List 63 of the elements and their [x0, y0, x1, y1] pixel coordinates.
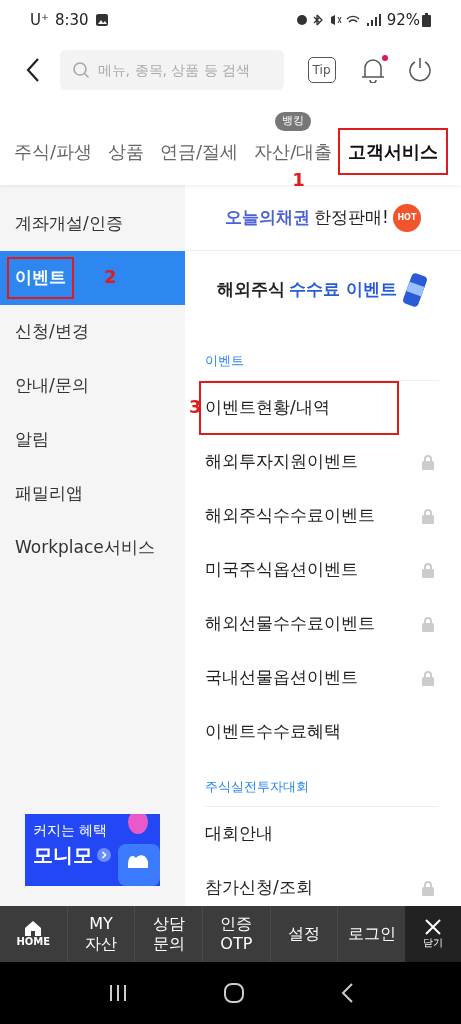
section-title: 이벤트	[205, 341, 439, 381]
menu-tab[interactable]: 고객서비스	[348, 138, 439, 165]
menu-item[interactable]: 참가신청/조회	[205, 861, 439, 906]
menu-item[interactable]: 대회안내	[205, 807, 439, 861]
banner-text: 한정판매!	[314, 205, 389, 229]
bell-icon	[360, 57, 385, 83]
close-icon	[425, 918, 442, 935]
menu-item[interactable]: 해외주식수수료이벤트	[205, 489, 439, 543]
lock-icon	[421, 454, 435, 470]
menu-tab[interactable]: 상품	[108, 138, 145, 165]
banner-highlight: 수수료 이벤트	[289, 278, 397, 302]
tab-badge: 뱅킹	[275, 112, 312, 131]
lock-icon	[421, 616, 435, 632]
menu-item[interactable]: 해외선물수수료이벤트	[205, 597, 439, 651]
menu-item[interactable]: 국내선물옵션이벤트	[205, 651, 439, 705]
menu-item[interactable]: 이벤트현황/내역	[205, 381, 439, 435]
back-icon	[26, 57, 40, 83]
search-icon	[71, 61, 90, 79]
search-field[interactable]: 메뉴, 종목, 상품 등 검색	[59, 50, 284, 90]
battery-level: 92%	[386, 9, 420, 31]
home-button[interactable]	[222, 982, 245, 1004]
back-icon	[339, 982, 354, 1004]
callout-box	[7, 257, 74, 299]
menu-tab[interactable]: 연금/절세	[160, 138, 239, 165]
promo-banner[interactable]: 오늘의채권 한정판매! HOT	[185, 185, 461, 251]
section-title: 주식실전투자대회	[205, 767, 439, 807]
menu-item[interactable]: 해외투자지원이벤트	[205, 435, 439, 489]
chevron-icon	[97, 847, 111, 862]
carrier-label: U⁺	[30, 9, 49, 31]
menu-tab[interactable]: 주식/파생	[14, 138, 93, 165]
menu-item[interactable]: 미국주식옵션이벤트	[205, 543, 439, 597]
lock-icon	[421, 880, 435, 896]
recent-apps-button[interactable]	[107, 983, 128, 1003]
power-icon	[407, 57, 434, 83]
clock: 8:30	[54, 9, 89, 31]
menu-tab[interactable]: 자산/대출	[254, 138, 333, 165]
promo-title: 모니모	[33, 841, 93, 869]
sidebar-item[interactable]: 안내/문의	[0, 359, 185, 413]
callout-number: 2	[104, 265, 117, 289]
hot-badge: HOT	[392, 203, 421, 232]
recent-apps-icon	[107, 983, 128, 1003]
menu-item[interactable]: 이벤트수수료혜택	[205, 705, 439, 759]
sidebar-item[interactable]: 계좌개설/인증	[0, 197, 185, 251]
promo-text: 커지는 혜택	[33, 822, 109, 840]
sidebar-item[interactable]: 패밀리앱	[0, 467, 185, 521]
promo-banner[interactable]: 해외주식 수수료 이벤트	[185, 257, 461, 323]
sidebar-item[interactable]: 알림	[0, 413, 185, 467]
back-nav-button[interactable]	[339, 982, 354, 1004]
promo-banner[interactable]: 커지는 혜택 모니모	[25, 814, 160, 886]
banner-highlight: 오늘의채권	[225, 205, 311, 229]
toolbar-button[interactable]: HOME	[0, 906, 67, 962]
lock-icon	[421, 670, 435, 686]
close-button[interactable]: 닫기	[405, 906, 461, 962]
lock-icon	[421, 562, 435, 578]
sidebar-item[interactable]: Workplace서비스	[0, 521, 185, 575]
tip-button[interactable]: Tip	[307, 57, 336, 83]
sidebar-item[interactable]: 이벤트 2	[0, 251, 185, 305]
home-icon	[24, 919, 43, 936]
banner-text: 해외주식	[217, 278, 286, 302]
sidebar-item[interactable]: 신청/변경	[0, 305, 185, 359]
battery-icon	[422, 13, 431, 27]
gallery-icon	[94, 13, 109, 27]
lock-icon	[421, 508, 435, 524]
